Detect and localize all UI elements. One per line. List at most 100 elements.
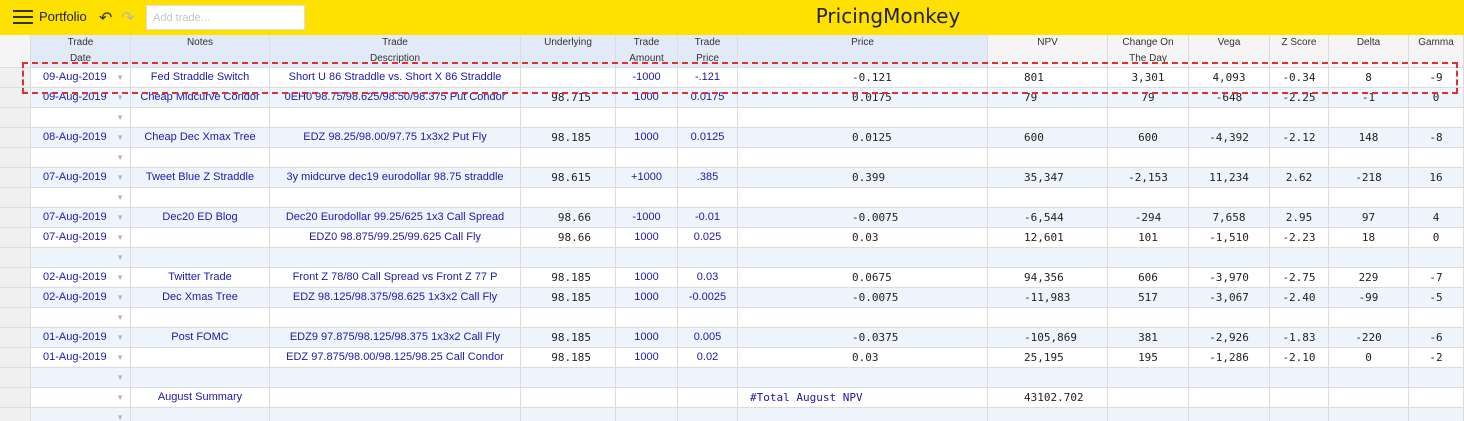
gamma-cell[interactable]: -9 bbox=[1409, 68, 1464, 88]
trade-date-cell[interactable]: ▼ bbox=[31, 148, 131, 168]
dropdown-arrow-icon[interactable]: ▼ bbox=[116, 88, 124, 107]
change-on-day-cell[interactable] bbox=[1108, 408, 1189, 421]
underlying-cell[interactable] bbox=[521, 388, 616, 408]
change-on-day-cell[interactable] bbox=[1108, 148, 1189, 168]
delta-cell[interactable]: -99 bbox=[1329, 288, 1409, 308]
trade-description-cell[interactable]: EDZ9 97.875/98.125/98.375 1x3x2 Call Fly bbox=[270, 328, 521, 348]
row-header[interactable] bbox=[0, 288, 31, 308]
trade-description-cell[interactable]: EDZ 98.25/98.00/97.75 1x3x2 Put Fly bbox=[270, 128, 521, 148]
change-on-day-cell[interactable]: 101 bbox=[1108, 228, 1189, 248]
price-cell[interactable] bbox=[738, 248, 988, 268]
trade-row[interactable]: 01-Aug-2019 ▼ Post FOMC EDZ9 97.875/98.125/… bbox=[0, 328, 1464, 348]
delta-cell[interactable] bbox=[1329, 148, 1409, 168]
price-cell[interactable]: 0.03 bbox=[738, 348, 988, 368]
underlying-cell[interactable] bbox=[521, 308, 616, 328]
gamma-cell[interactable] bbox=[1409, 248, 1464, 268]
delta-cell[interactable]: 229 bbox=[1329, 268, 1409, 288]
npv-cell[interactable]: 25,195 bbox=[988, 348, 1108, 368]
trade-amount-cell[interactable] bbox=[616, 108, 678, 128]
trade-amount-cell[interactable] bbox=[616, 308, 678, 328]
trade-amount-cell[interactable] bbox=[616, 408, 678, 421]
delta-cell[interactable] bbox=[1329, 408, 1409, 421]
gamma-cell[interactable] bbox=[1409, 408, 1464, 421]
trade-description-cell[interactable]: EDZ 97.875/98.00/98.125/98.25 Call Condo… bbox=[270, 348, 521, 368]
trade-price-cell[interactable] bbox=[678, 388, 738, 408]
underlying-cell[interactable]: 98.66 bbox=[521, 208, 616, 228]
col-header-trade-price[interactable]: Trade Price bbox=[678, 35, 738, 68]
trade-description-cell[interactable]: Dec20 Eurodollar 99.25/625 1x3 Call Spre… bbox=[270, 208, 521, 228]
gamma-cell[interactable] bbox=[1409, 368, 1464, 388]
trade-description-cell[interactable] bbox=[270, 368, 521, 388]
trade-date-cell[interactable]: ▼ bbox=[31, 248, 131, 268]
npv-cell[interactable]: 79 bbox=[988, 88, 1108, 108]
col-header-change-on-day[interactable]: Change On The Day bbox=[1108, 35, 1189, 68]
trade-amount-cell[interactable]: 1000 bbox=[616, 348, 678, 368]
trade-date-cell[interactable]: ▼ bbox=[31, 188, 131, 208]
z-score-cell[interactable] bbox=[1270, 308, 1329, 328]
dropdown-arrow-icon[interactable]: ▼ bbox=[116, 268, 124, 287]
change-on-day-cell[interactable]: 79 bbox=[1108, 88, 1189, 108]
price-cell[interactable]: 0.0125 bbox=[738, 128, 988, 148]
col-header-trade-description[interactable]: Trade Description bbox=[270, 35, 521, 68]
trade-amount-cell[interactable]: 1000 bbox=[616, 128, 678, 148]
gamma-cell[interactable]: -7 bbox=[1409, 268, 1464, 288]
dropdown-arrow-icon[interactable]: ▼ bbox=[116, 108, 124, 127]
notes-cell[interactable]: Dec20 ED Blog bbox=[131, 208, 270, 228]
delta-cell[interactable] bbox=[1329, 388, 1409, 408]
hamburger-menu-icon[interactable] bbox=[13, 10, 33, 25]
notes-cell[interactable] bbox=[131, 188, 270, 208]
trade-amount-cell[interactable] bbox=[616, 148, 678, 168]
row-header[interactable] bbox=[0, 108, 31, 128]
row-header[interactable] bbox=[0, 408, 31, 421]
trade-row[interactable]: ▼ bbox=[0, 188, 1464, 208]
dropdown-arrow-icon[interactable]: ▼ bbox=[116, 348, 124, 367]
notes-cell[interactable]: Fed Straddle Switch bbox=[131, 68, 270, 88]
gamma-cell[interactable]: 0 bbox=[1409, 228, 1464, 248]
notes-cell[interactable]: Dec Xmas Tree bbox=[131, 288, 270, 308]
trade-amount-cell[interactable]: 1000 bbox=[616, 228, 678, 248]
trade-row[interactable]: ▼ bbox=[0, 108, 1464, 128]
trade-date-cell[interactable]: 09-Aug-2019 ▼ bbox=[31, 88, 131, 108]
notes-cell[interactable]: Cheap Dec Xmax Tree bbox=[131, 128, 270, 148]
notes-cell[interactable] bbox=[131, 368, 270, 388]
trade-price-cell[interactable]: 0.0125 bbox=[678, 128, 738, 148]
vega-cell[interactable] bbox=[1189, 408, 1270, 421]
npv-cell[interactable] bbox=[988, 408, 1108, 421]
vega-cell[interactable] bbox=[1189, 248, 1270, 268]
z-score-cell[interactable] bbox=[1270, 188, 1329, 208]
trade-row[interactable]: 02-Aug-2019 ▼ Dec Xmas Tree EDZ 98.125/98.3… bbox=[0, 288, 1464, 308]
vega-cell[interactable] bbox=[1189, 308, 1270, 328]
gamma-cell[interactable] bbox=[1409, 308, 1464, 328]
npv-cell[interactable] bbox=[988, 188, 1108, 208]
trade-price-cell[interactable] bbox=[678, 248, 738, 268]
z-score-cell[interactable]: 2.95 bbox=[1270, 208, 1329, 228]
notes-cell[interactable] bbox=[131, 408, 270, 421]
trade-date-cell[interactable]: 07-Aug-2019 ▼ bbox=[31, 208, 131, 228]
trade-amount-cell[interactable] bbox=[616, 188, 678, 208]
notes-cell[interactable] bbox=[131, 348, 270, 368]
trade-row[interactable]: 07-Aug-2019 ▼ Dec20 ED Blog Dec20 Eurodolla… bbox=[0, 208, 1464, 228]
underlying-cell[interactable]: 98.185 bbox=[521, 128, 616, 148]
price-cell[interactable]: -0.121 bbox=[738, 68, 988, 88]
trade-row[interactable]: 09-Aug-2019 ▼ Fed Straddle Switch Short U 8… bbox=[0, 68, 1464, 88]
vega-cell[interactable] bbox=[1189, 368, 1270, 388]
trade-date-cell[interactable]: 02-Aug-2019 ▼ bbox=[31, 288, 131, 308]
row-header[interactable] bbox=[0, 128, 31, 148]
trade-description-cell[interactable] bbox=[270, 188, 521, 208]
underlying-cell[interactable]: 98.615 bbox=[521, 168, 616, 188]
dropdown-arrow-icon[interactable]: ▼ bbox=[116, 228, 124, 247]
z-score-cell[interactable]: -2.40 bbox=[1270, 288, 1329, 308]
delta-cell[interactable] bbox=[1329, 188, 1409, 208]
trade-description-cell[interactable] bbox=[270, 308, 521, 328]
change-on-day-cell[interactable]: 381 bbox=[1108, 328, 1189, 348]
delta-cell[interactable]: 97 bbox=[1329, 208, 1409, 228]
gamma-cell[interactable]: -6 bbox=[1409, 328, 1464, 348]
col-header-trade-date[interactable]: Trade Date bbox=[31, 35, 131, 68]
trade-price-cell[interactable]: 0.02 bbox=[678, 348, 738, 368]
npv-cell[interactable]: 43102.702 bbox=[988, 388, 1108, 408]
dropdown-arrow-icon[interactable]: ▼ bbox=[116, 208, 124, 227]
price-cell[interactable] bbox=[738, 308, 988, 328]
price-cell[interactable]: -0.0075 bbox=[738, 208, 988, 228]
dropdown-arrow-icon[interactable]: ▼ bbox=[116, 168, 124, 187]
dropdown-arrow-icon[interactable]: ▼ bbox=[116, 188, 124, 207]
